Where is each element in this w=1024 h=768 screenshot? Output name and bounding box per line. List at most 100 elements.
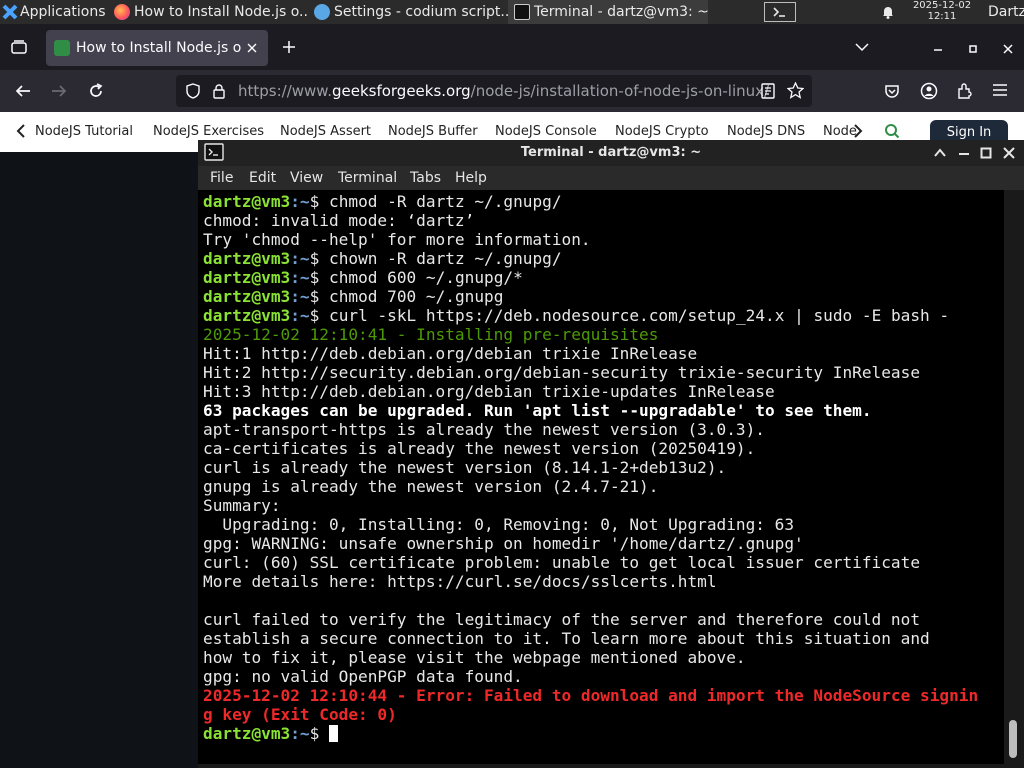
output-text: establish a secure connection to it. To …	[203, 629, 930, 648]
taskbar-item-label: How to Install Node.js o...	[134, 4, 308, 20]
terminal-line: Summary:	[203, 496, 978, 515]
account-icon[interactable]	[920, 82, 938, 100]
tab-close-icon[interactable]	[246, 42, 258, 54]
tab-overview-icon[interactable]	[10, 39, 28, 55]
terminal-output[interactable]: dartz@vm3:~$ chmod -R dartz ~/.gnupg/chm…	[198, 190, 1004, 764]
maximize-icon[interactable]	[980, 147, 992, 159]
browser-tab-active[interactable]: How to Install Node.js on	[46, 30, 268, 66]
url-bar[interactable]: https://www.geeksforgeeks.org/node-js/in…	[176, 75, 812, 107]
menu-terminal[interactable]: Terminal	[338, 166, 397, 190]
output-text: Try 'chmod --help' for more information.	[203, 230, 591, 249]
prompt-user: dartz@vm3	[203, 268, 291, 287]
terminal-window: Terminal - dartz@vm3: ~ File Edit View T…	[198, 140, 1024, 768]
browser-nav-bar: https://www.geeksforgeeks.org/node-js/in…	[0, 70, 1024, 112]
menu-file[interactable]: File	[210, 166, 233, 190]
output-text: Summary:	[203, 496, 281, 515]
command-text: chmod -R dartz ~/.gnupg/	[329, 192, 562, 211]
terminal-line: Hit:3 http://deb.debian.org/debian trixi…	[203, 382, 978, 401]
output-text: 2025-12-02 12:10:41 - Installing pre-req…	[203, 325, 659, 344]
url-text[interactable]: https://www.geeksforgeeks.org/node-js/in…	[238, 75, 769, 107]
prompt-path: :~	[290, 268, 310, 287]
output-text: apt-transport-https is already the newes…	[203, 420, 765, 439]
chevron-left-icon[interactable]	[16, 124, 26, 138]
tab-title: How to Install Node.js on	[76, 40, 242, 56]
terminal-line: 2025-12-02 12:10:44 - Error: Failed to d…	[203, 686, 978, 705]
shade-up-icon[interactable]	[934, 148, 946, 158]
output-text: 63 packages can be upgraded. Run 'apt li…	[203, 401, 872, 420]
topic-link[interactable]: NodeJS Crypto	[615, 124, 709, 139]
terminal-line: More details here: https://curl.se/docs/…	[203, 572, 978, 591]
terminal-line: chmod: invalid mode: ‘dartz’	[203, 211, 978, 230]
menu-tabs[interactable]: Tabs	[410, 166, 441, 190]
prompt-path: :~	[290, 306, 310, 325]
forward-arrow-icon[interactable]	[50, 82, 68, 100]
hamburger-menu-icon[interactable]	[992, 83, 1008, 97]
topic-link[interactable]: NodeJS Tutorial	[35, 124, 133, 139]
topic-link[interactable]: NodeJS Exercises	[153, 124, 264, 139]
search-icon[interactable]	[884, 123, 900, 139]
terminal-line: Try 'chmod --help' for more information.	[203, 230, 978, 249]
terminal-line: how to fix it, please visit the webpage …	[203, 648, 978, 667]
terminal-launcher-icon[interactable]	[764, 2, 796, 22]
topic-link[interactable]: Node	[823, 124, 857, 139]
terminal-line: gpg: WARNING: unsafe ownership on homedi…	[203, 534, 978, 553]
terminal-line: dartz@vm3:~$ chmod -R dartz ~/.gnupg/	[203, 192, 978, 211]
scrollbar-thumb[interactable]	[1009, 720, 1017, 758]
prompt-sign: $	[309, 249, 329, 268]
terminal-line: dartz@vm3:~$ chmod 700 ~/.gnupg	[203, 287, 978, 306]
output-text: Upgrading: 0, Installing: 0, Removing: 0…	[203, 515, 795, 534]
new-tab-icon[interactable]	[282, 40, 296, 54]
top-panel: Applications How to Install Node.js o...…	[0, 0, 1024, 24]
maximize-icon[interactable]	[968, 44, 978, 54]
topic-link[interactable]: NodeJS Assert	[280, 124, 371, 139]
extensions-icon[interactable]	[956, 82, 974, 100]
terminal-line: dartz@vm3:~$	[203, 724, 978, 743]
prompt-path: :~	[290, 287, 310, 306]
terminal-lines: dartz@vm3:~$ chmod -R dartz ~/.gnupg/chm…	[203, 192, 978, 743]
browser-tab-strip: How to Install Node.js on	[0, 24, 1024, 70]
applications-menu[interactable]: Applications	[0, 0, 108, 24]
prompt-user: dartz@vm3	[203, 287, 291, 306]
topic-link[interactable]: NodeJS DNS	[727, 124, 805, 139]
terminal-line: gpg: no valid OpenPGP data found.	[203, 667, 978, 686]
chevron-right-icon[interactable]	[853, 124, 863, 138]
geeksforgeeks-favicon	[54, 40, 70, 56]
minimize-icon[interactable]	[958, 152, 970, 156]
taskbar-item-firefox[interactable]: How to Install Node.js o...	[108, 0, 308, 24]
tracking-shield-icon[interactable]	[186, 83, 200, 99]
menu-edit[interactable]: Edit	[249, 166, 276, 190]
output-text: ca-certificates is already the newest ve…	[203, 439, 756, 458]
pocket-icon[interactable]	[884, 83, 900, 99]
bookmark-star-icon[interactable]	[787, 82, 804, 99]
lock-icon[interactable]	[212, 83, 226, 99]
window-close-icon[interactable]	[1002, 43, 1014, 55]
user-menu[interactable]: Dartz	[988, 0, 1024, 24]
topic-link[interactable]: NodeJS Buffer	[388, 124, 478, 139]
minimize-icon[interactable]	[932, 48, 944, 52]
terminal-line: establish a secure connection to it. To …	[203, 629, 978, 648]
notification-bell-icon[interactable]	[880, 4, 896, 20]
command-text: curl -skL https://deb.nodesource.com/set…	[329, 306, 950, 325]
taskbar-item-codium[interactable]: Settings - codium script...	[308, 0, 508, 24]
output-text: g key (Exit Code: 0)	[203, 705, 397, 724]
terminal-title-bar[interactable]: Terminal - dartz@vm3: ~	[198, 140, 1024, 166]
clock[interactable]: 2025-12-02 12:11	[906, 0, 978, 24]
text-cursor	[329, 725, 338, 742]
close-icon[interactable]	[1003, 147, 1015, 159]
prompt-path: :~	[290, 724, 310, 743]
menu-view[interactable]: View	[290, 166, 323, 190]
terminal-line: 63 packages can be upgraded. Run 'apt li…	[203, 401, 978, 420]
reload-icon[interactable]	[87, 82, 105, 100]
reader-view-icon[interactable]	[761, 83, 775, 99]
terminal-icon	[514, 4, 530, 20]
menu-help[interactable]: Help	[455, 166, 487, 190]
prompt-user: dartz@vm3	[203, 249, 291, 268]
topic-link[interactable]: NodeJS Console	[495, 124, 597, 139]
back-arrow-icon[interactable]	[14, 82, 32, 100]
terminal-line: curl is already the newest version (8.14…	[203, 458, 978, 477]
tab-list-chevron-icon[interactable]	[855, 42, 869, 52]
terminal-scrollbar[interactable]	[1004, 190, 1024, 764]
taskbar-item-terminal[interactable]: Terminal - dartz@vm3: ~	[508, 0, 708, 24]
terminal-line: apt-transport-https is already the newes…	[203, 420, 978, 439]
